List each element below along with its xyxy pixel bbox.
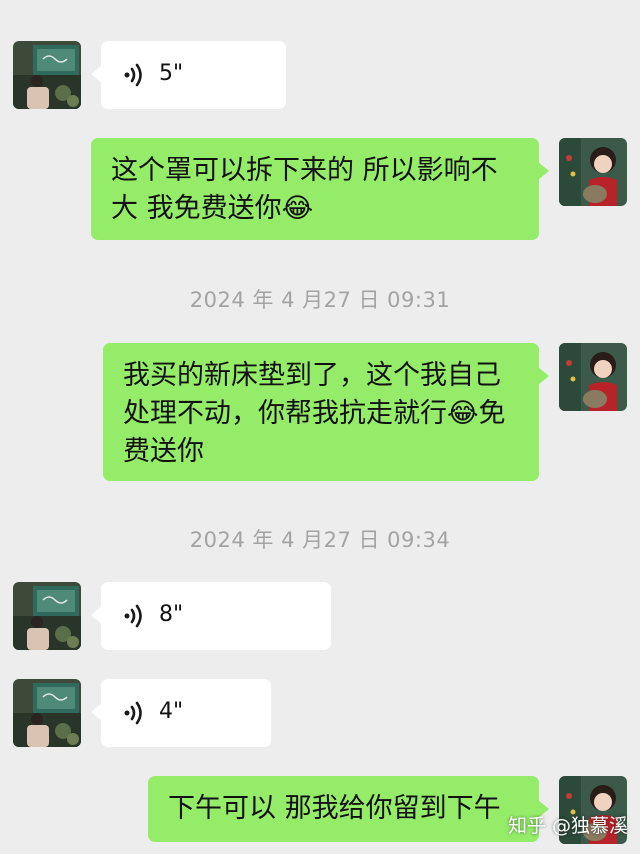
- sent-message-bubble[interactable]: 这个罩可以拆下来的 所以影响不大 我免费送你😂: [91, 138, 549, 240]
- message-text: 这个罩可以拆下来的 所以影响不大 我免费送你😂: [111, 155, 498, 224]
- sent-message-bubble[interactable]: 我买的新床垫到了，这个我自己处理不动，你帮我抗走就行😂免费送你: [103, 343, 549, 481]
- voice-wave-icon: [124, 604, 142, 628]
- self-avatar[interactable]: [559, 343, 627, 411]
- contact-avatar[interactable]: [13, 41, 81, 109]
- voice-message-bubble[interactable]: 5": [91, 41, 286, 109]
- self-avatar-image: [559, 343, 627, 411]
- timestamp: 2024 年 4 月27 日 09:34: [189, 528, 451, 552]
- bubble-tail: [91, 703, 102, 721]
- watermark: 知乎 @独慕溪: [507, 815, 628, 837]
- contact-avatar-image: [13, 679, 81, 747]
- message-text: 我买的新床垫到了，这个我自己处理不动，你帮我抗走就行😂免费送你: [123, 360, 506, 467]
- contact-avatar[interactable]: [13, 582, 81, 650]
- voice-message-bubble[interactable]: 8": [91, 582, 331, 650]
- voice-duration: 4": [159, 699, 184, 724]
- voice-duration: 5": [159, 61, 184, 86]
- voice-duration: 8": [159, 602, 184, 627]
- sent-message-bubble[interactable]: 下午可以 那我给你留到下午: [148, 776, 549, 842]
- contact-avatar-image: [13, 41, 81, 109]
- voice-wave-icon: [124, 63, 142, 87]
- contact-avatar[interactable]: [13, 679, 81, 747]
- self-avatar[interactable]: [559, 138, 627, 206]
- voice-message-bubble[interactable]: 4": [91, 679, 271, 747]
- bubble-tail: [91, 65, 102, 83]
- bubble-tail: [538, 367, 549, 385]
- bubble-tail: [538, 162, 549, 180]
- contact-avatar-image: [13, 582, 81, 650]
- self-avatar-image: [559, 138, 627, 206]
- bubble-tail: [91, 606, 102, 624]
- timestamp-cutoff: [0, 0, 640, 10]
- message-text: 下午可以 那我给你留到下午: [168, 793, 501, 824]
- voice-wave-icon: [124, 701, 142, 725]
- timestamp: 2024 年 4 月27 日 09:31: [189, 288, 451, 312]
